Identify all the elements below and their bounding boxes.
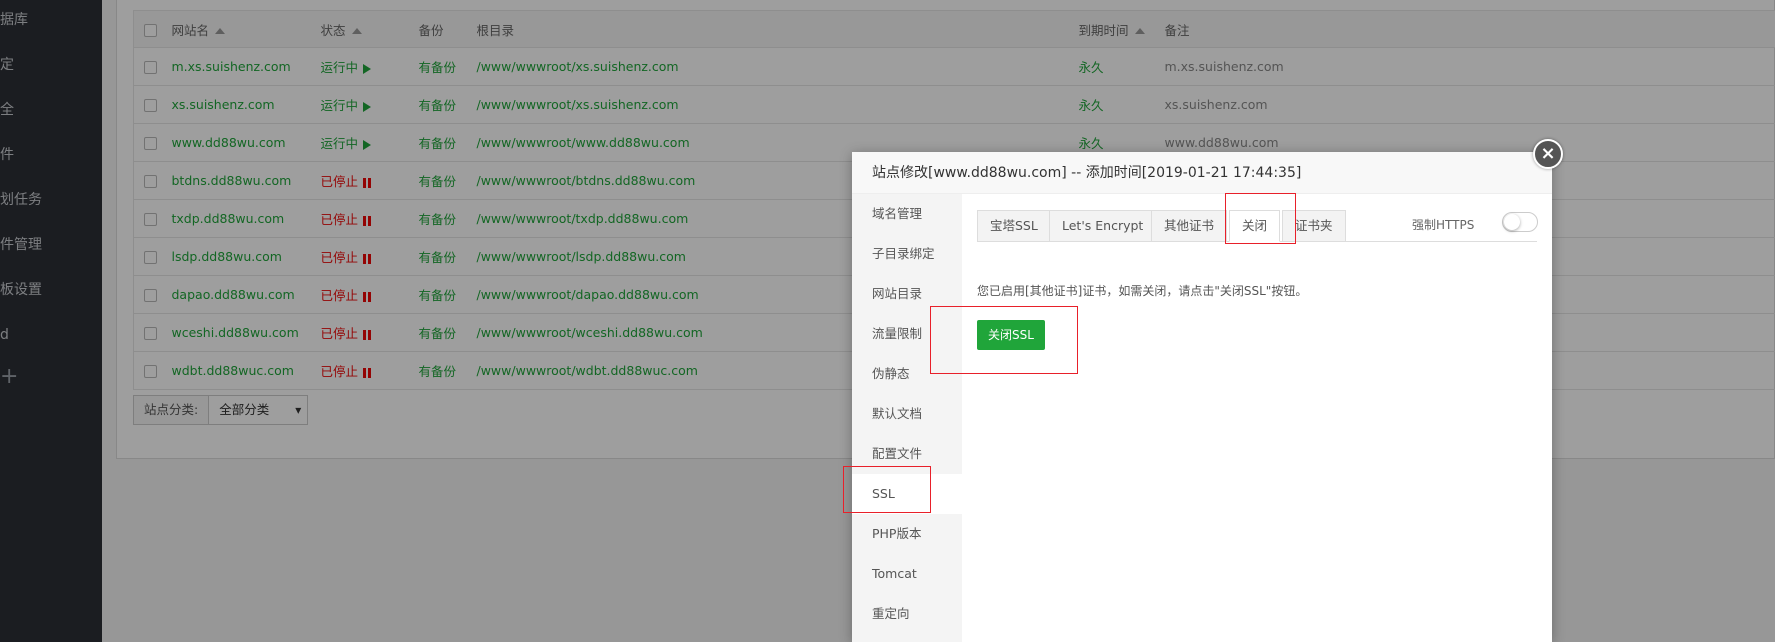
nav-php-version[interactable]: PHP版本 — [852, 514, 962, 554]
nav-redirect[interactable]: 重定向 — [852, 594, 962, 634]
force-https-label: 强制HTTPS — [1412, 218, 1475, 232]
tab-lets-encrypt[interactable]: Let's Encrypt — [1049, 210, 1157, 242]
close-icon[interactable]: × — [1533, 139, 1563, 169]
tab-bt-ssl[interactable]: 宝塔SSL — [977, 210, 1051, 242]
force-https-toggle[interactable] — [1502, 212, 1538, 232]
ssl-message: 您已启用[其他证书]证书，如需关闭，请点击"关闭SSL"按钮。 — [977, 284, 1308, 298]
nav-tomcat[interactable]: Tomcat — [852, 554, 962, 594]
tab-other-cert[interactable]: 其他证书 — [1151, 210, 1228, 242]
highlight-box-close-ssl — [930, 306, 1078, 374]
dialog-nav: 域名管理 子目录绑定 网站目录 流量限制 伪静态 默认文档 配置文件 SSL P… — [852, 194, 962, 642]
site-edit-dialog: 站点修改[www.dd88wu.com] -- 添加时间[2019-01-21 … — [852, 152, 1552, 642]
ssl-panel: 宝塔SSL Let's Encrypt 其他证书 关闭 证书夹 强制HTTPS … — [962, 194, 1552, 642]
nav-subdir[interactable]: 子目录绑定 — [852, 234, 962, 274]
highlight-box-ssl-nav — [843, 466, 931, 513]
highlight-box-close-tab — [1225, 193, 1296, 244]
nav-domain[interactable]: 域名管理 — [852, 194, 962, 234]
nav-default-doc[interactable]: 默认文档 — [852, 394, 962, 434]
dialog-title: 站点修改[www.dd88wu.com] -- 添加时间[2019-01-21 … — [852, 152, 1552, 194]
